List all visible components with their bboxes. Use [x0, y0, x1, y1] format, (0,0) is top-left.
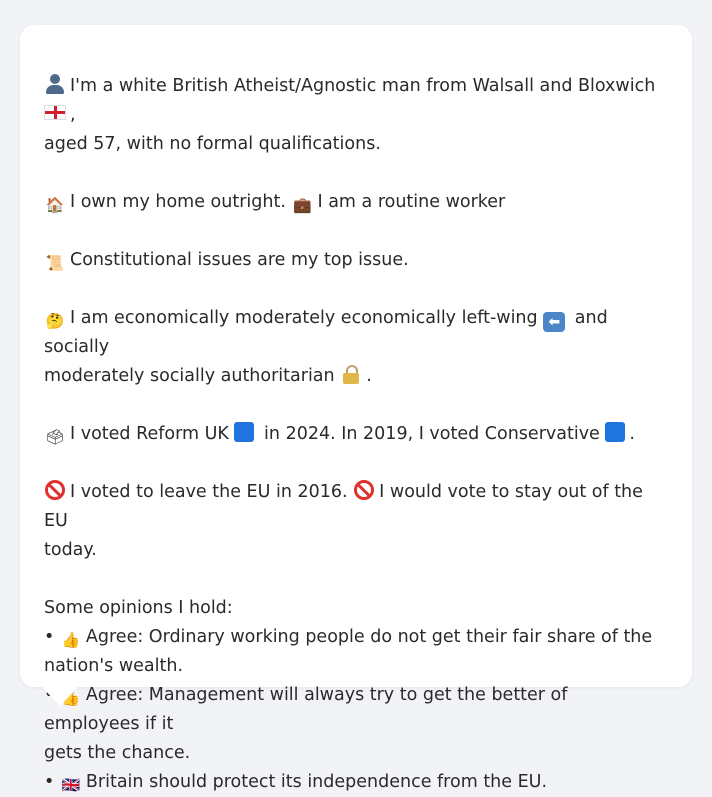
eu-2016-text: I voted to leave the EU in 2016.: [70, 482, 348, 502]
home-paragraph: 🏠 I own my home outright. 💼 I am a routine…: [44, 188, 668, 217]
opinion-cont: gets the chance.: [44, 743, 191, 763]
identity-text: I'm a white British Atheist/Agnostic man…: [70, 76, 656, 96]
england-flag-icon: [44, 105, 66, 120]
reform-uk-color-icon: [234, 422, 255, 442]
person-icon: [44, 74, 66, 94]
ballot-box-icon: 🗳: [45, 428, 65, 446]
conservative-color-icon: [605, 422, 626, 442]
eu-today-cont: today.: [44, 540, 97, 560]
opinions-section: Some opinions I hold: • 👍 Agree: Ordinary…: [44, 594, 668, 797]
ideology-paragraph: 🤔 I am economically moderately economical…: [44, 304, 668, 391]
issue-paragraph: 📜 Constitutional issues are my top issue.: [44, 246, 668, 275]
identity-comma: ,: [70, 105, 76, 125]
eu-paragraph: I voted to leave the EU in 2016. I would…: [44, 478, 668, 565]
opinion-cont: nation's wealth.: [44, 656, 184, 676]
left-arrow-icon: ⬅: [543, 312, 566, 332]
economic-text: I am economically moderately economicall…: [70, 308, 538, 328]
identity-age-text: aged 57, with no formal qualifications.: [44, 134, 381, 154]
issue-text: Constitutional issues are my top issue.: [70, 250, 409, 270]
no-entry-icon: [44, 480, 66, 500]
house-icon: 🏠: [45, 196, 65, 214]
persona-message-bubble: I'm a white British Atheist/Agnostic man…: [20, 25, 692, 794]
identity-paragraph: I'm a white British Atheist/Agnostic man…: [44, 72, 668, 159]
vote-period: .: [629, 424, 635, 444]
opinions-heading: Some opinions I hold:: [44, 598, 233, 618]
opinion-text: Britain should protect its independence …: [85, 772, 548, 792]
opinion-item: • 👍 Agree: Management will always try to …: [44, 681, 668, 739]
authoritarian-text: moderately socially authoritarian: [44, 366, 335, 386]
vote-2019-text: in 2024. In 2019, I voted Conservative: [264, 424, 600, 444]
no-entry-icon: [353, 480, 375, 500]
lock-icon: [340, 364, 362, 384]
thinking-face-icon: 🤔: [45, 312, 65, 330]
opinion-text: Agree: Ordinary working people do not ge…: [85, 627, 653, 647]
thumbs-up-icon: 👍: [61, 631, 81, 649]
ideology-period: .: [366, 366, 372, 386]
home-text: I own my home outright.: [70, 192, 286, 212]
opinion-item: • 👍 Agree: Ordinary working people do not…: [44, 623, 668, 652]
bubble-tail: [41, 686, 79, 706]
vote-paragraph: 🗳 I voted Reform UK in 2024. In 2019, I v…: [44, 420, 668, 449]
vote-reform-text: I voted Reform UK: [70, 424, 229, 444]
uk-flag-icon: 🇬🇧: [61, 776, 81, 794]
opinion-text: Agree: Management will always try to get…: [44, 685, 568, 734]
worker-text: I am a routine worker: [317, 192, 506, 212]
opinion-item: • 🇬🇧 Britain should protect its independe…: [44, 768, 668, 797]
briefcase-icon: 💼: [293, 196, 312, 214]
bullet: •: [44, 627, 55, 647]
bullet: •: [44, 772, 55, 792]
scroll-icon: 📜: [45, 254, 65, 272]
